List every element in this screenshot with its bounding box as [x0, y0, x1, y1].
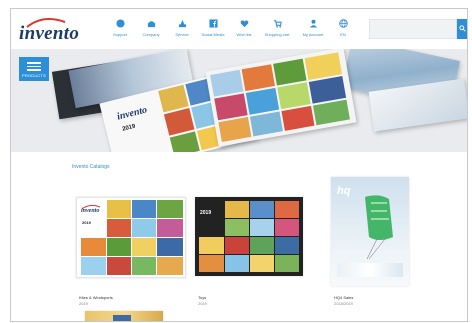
catalog-year: 2019: [198, 301, 207, 306]
nav-label: My Account: [302, 32, 324, 37]
nav-item-service[interactable]: Service: [168, 19, 196, 37]
nav-item-company[interactable]: Company: [137, 19, 165, 37]
cover-logo: hq: [337, 185, 351, 197]
nav-label: Support: [112, 32, 127, 37]
site-header: invento Support Company Service Social M…: [11, 9, 467, 49]
nav-label: Shopping cart: [264, 32, 290, 37]
section-title: Invento Catalogs: [72, 164, 110, 170]
site-logo[interactable]: invento: [19, 23, 79, 45]
nav-item-social-media[interactable]: Social Media: [199, 19, 227, 37]
search-input[interactable]: [369, 19, 457, 39]
cover-year: 2019: [200, 210, 212, 216]
catalog-card-toys[interactable]: 2019 Toys 2019: [195, 197, 305, 307]
hero-banner: PRODUCTS invento 2019: [11, 49, 467, 152]
hero-catalog-open-photos: [205, 49, 350, 142]
browser-frame: invento Support Company Service Social M…: [10, 8, 468, 322]
catalog-cover[interactable]: invento 2019: [76, 197, 186, 278]
nav-item-wish-list[interactable]: Wish list: [230, 19, 258, 37]
nav-label: Company: [142, 32, 160, 37]
search-button[interactable]: [457, 19, 467, 39]
globe-icon: [338, 19, 348, 28]
nav-label: Wish list: [236, 32, 252, 37]
hero-catalog-logo: invento: [115, 104, 149, 123]
hero-catalog-open: [205, 49, 357, 147]
catalog-cover[interactable]: hq: [331, 177, 409, 286]
nav-item-language[interactable]: EN: [329, 19, 357, 37]
nav-item-my-account[interactable]: My Account: [299, 19, 327, 37]
facebook-icon: [208, 19, 218, 28]
catalog-card-hq4[interactable]: hq HQ4 Sales 2018/2019: [331, 177, 441, 307]
hero-catalog-year: 2019: [121, 123, 137, 133]
products-menu-button[interactable]: PRODUCTS: [19, 57, 49, 81]
kite-image: [365, 195, 393, 260]
chat-bubble-icon: [115, 19, 125, 28]
catalog-card-kites[interactable]: invento 2019 Kites & Windsports 2019: [76, 197, 186, 307]
service-icon: [178, 19, 186, 28]
cover-photo: [113, 315, 131, 321]
catalog-title[interactable]: Toys: [198, 295, 206, 300]
catalog-cover[interactable]: 2019: [195, 197, 303, 276]
nav-label: Social Media: [201, 32, 225, 37]
nav-item-shopping-cart[interactable]: Shopping cart: [263, 19, 291, 37]
cover-year: 2019: [82, 220, 91, 225]
user-icon: [309, 19, 317, 28]
catalog-year: 2018/2019: [334, 301, 353, 306]
hamburger-icon: [27, 62, 41, 71]
products-label: PRODUCTS: [21, 72, 47, 78]
cover-logo: invento: [81, 208, 100, 214]
cart-icon: [273, 20, 282, 28]
cover-water: [337, 263, 403, 277]
catalog-card-partial[interactable]: [85, 311, 163, 321]
catalog-title[interactable]: Kites & Windsports: [79, 295, 113, 300]
company-icon: [147, 21, 155, 28]
heart-icon: [240, 20, 248, 28]
nav-label: Service: [175, 32, 189, 37]
nav-item-support[interactable]: Support: [106, 19, 134, 37]
catalog-title[interactable]: HQ4 Sales: [334, 295, 353, 300]
catalog-year: 2019: [79, 301, 88, 306]
nav-label: EN: [340, 32, 346, 37]
search-icon: [458, 25, 466, 32]
